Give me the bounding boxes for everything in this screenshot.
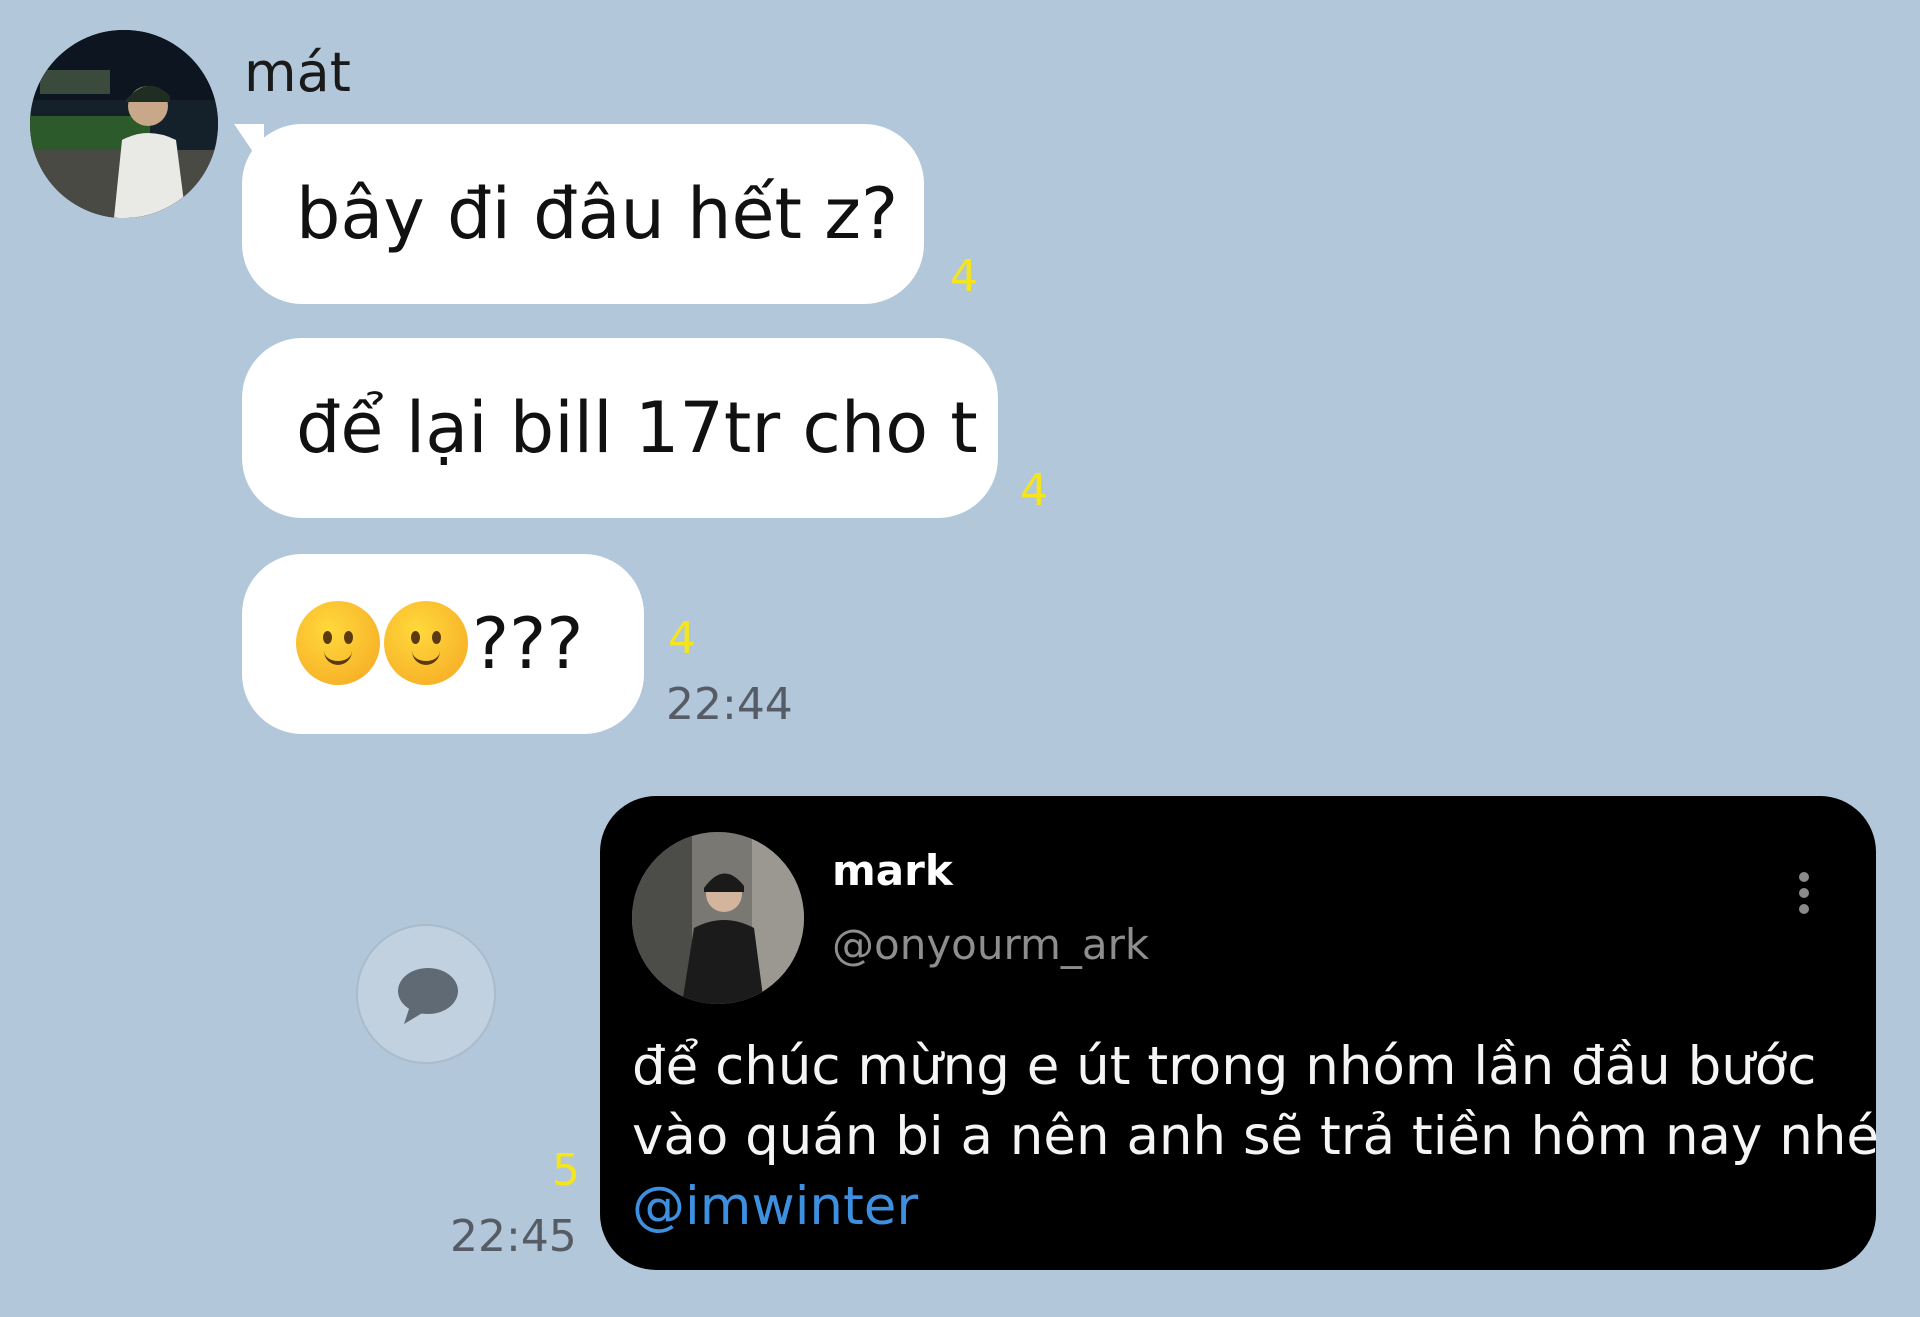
post-body: để chúc mừng e út trong nhóm lần đầu bướ… — [632, 1032, 1880, 1242]
sender-avatar[interactable] — [30, 30, 218, 218]
reply-button[interactable] — [356, 924, 496, 1064]
slightly-smiling-face-emoji — [296, 600, 380, 685]
unread-count: 4 — [668, 613, 696, 664]
post-mention-link[interactable]: @imwinter — [632, 1172, 1862, 1242]
speech-bubble-icon — [398, 968, 458, 1024]
slightly-smiling-face-emoji — [384, 600, 468, 685]
message-timestamp: 22:45 — [450, 1211, 577, 1262]
message-bubble[interactable]: để lại bill 17tr cho t — [242, 338, 998, 518]
unread-count: 4 — [950, 251, 978, 302]
post-author-handle[interactable]: @onyourm_ark — [832, 920, 1149, 970]
message-text: ??? — [472, 603, 584, 685]
post-author-avatar[interactable] — [632, 832, 804, 1004]
post-body-line: vào quán bi a nên anh sẽ trả tiền hôm na… — [632, 1106, 1880, 1167]
shared-post-card[interactable]: mark @onyourm_ark để chúc mừng e út tron… — [600, 796, 1880, 1270]
message-bubble[interactable]: bây đi đâu hết z? — [242, 124, 924, 304]
unread-count: 5 — [552, 1145, 580, 1196]
message-bubble[interactable]: ??? — [242, 554, 644, 734]
message-text: để lại bill 17tr cho t — [296, 387, 978, 469]
more-vertical-icon[interactable] — [1796, 870, 1812, 916]
unread-count: 4 — [1020, 465, 1048, 516]
post-body-line: để chúc mừng e út trong nhóm lần đầu bướ… — [632, 1036, 1817, 1097]
sender-name: mát — [244, 41, 351, 104]
message-timestamp: 22:44 — [666, 679, 793, 730]
message-text: bây đi đâu hết z? — [296, 173, 899, 255]
post-author-name[interactable]: mark — [832, 846, 953, 896]
